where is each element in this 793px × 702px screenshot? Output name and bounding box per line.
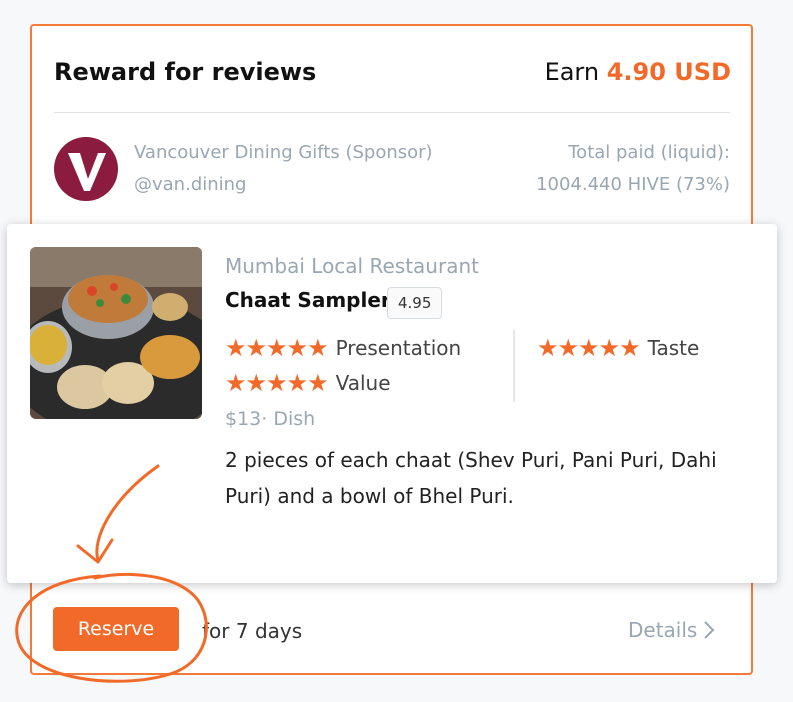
chevron-right-icon — [704, 621, 715, 639]
score-badge: 4.95 — [387, 287, 443, 319]
rating-presentation: ★★★★★ Presentation — [225, 336, 461, 360]
sponsor-name[interactable]: Vancouver Dining Gifts (Sponsor) — [134, 142, 433, 163]
sponsor-logo-icon — [68, 153, 106, 191]
price-category: $13· Dish — [225, 408, 315, 430]
star-rating-icon: ★★★★★ — [225, 334, 329, 362]
earn-amount: Earn 4.90 USD — [545, 58, 731, 86]
details-link[interactable]: Details — [628, 618, 715, 642]
reserve-duration: for 7 days — [202, 619, 303, 643]
rating-label: Value — [335, 371, 391, 395]
category: Dish — [273, 408, 316, 430]
sponsor-handle[interactable]: @van.dining — [134, 174, 246, 195]
dish-photo — [30, 247, 202, 419]
reserve-button[interactable]: Reserve — [53, 607, 179, 651]
dish-description: 2 pieces of each chaat (Shev Puri, Pani … — [225, 448, 717, 508]
meta-separator: · — [261, 408, 268, 430]
rating-taste: ★★★★★ Taste — [537, 336, 699, 360]
restaurant-name[interactable]: Mumbai Local Restaurant — [225, 254, 479, 278]
details-label: Details — [628, 618, 698, 642]
price: $13 — [225, 408, 262, 430]
total-paid-label: Total paid (liquid): — [568, 142, 730, 163]
rating-divider — [513, 330, 515, 402]
rating-value: ★★★★★ Value — [225, 371, 391, 395]
star-rating-icon: ★★★★★ — [537, 334, 641, 362]
dish-name[interactable]: Chaat Sampler — [225, 288, 391, 312]
sponsor-avatar[interactable] — [54, 137, 118, 201]
menu-item-card[interactable]: Mumbai Local Restaurant Chaat Sampler 4.… — [7, 224, 777, 583]
rating-label: Taste — [647, 336, 700, 360]
star-rating-icon: ★★★★★ — [225, 369, 329, 397]
earn-value: 4.90 USD — [606, 58, 731, 86]
total-paid-value: 1004.440 HIVE (73%) — [536, 174, 730, 195]
earn-prefix: Earn — [544, 58, 600, 86]
reward-title: Reward for reviews — [54, 58, 317, 86]
rating-label: Presentation — [335, 336, 462, 360]
header-divider — [54, 112, 730, 113]
